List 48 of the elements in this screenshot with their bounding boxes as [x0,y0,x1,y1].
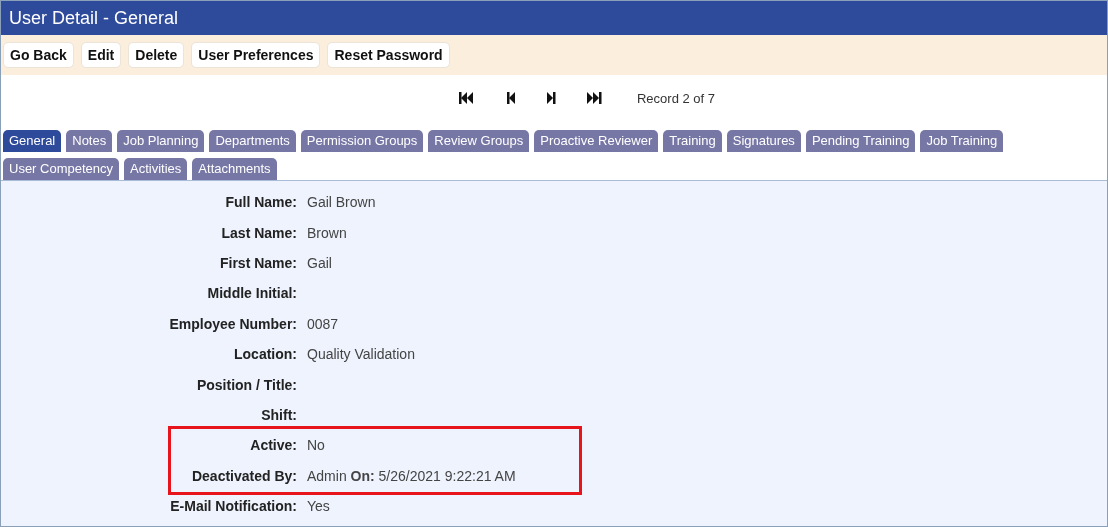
tab[interactable]: Attachments [192,158,277,180]
tab[interactable]: Pending Training [805,130,916,152]
toolbar-button[interactable]: Edit [80,42,122,68]
tab[interactable]: Training [663,130,722,152]
field-label: Position / Title: [195,376,297,393]
record-nav-button[interactable] [505,90,516,106]
field-label: Shift: [260,406,297,423]
toolbar-button[interactable]: Reset Password [327,42,450,68]
tab[interactable]: Job Training [920,130,1004,152]
field-value: No [307,437,326,454]
previous-record-icon [505,90,516,106]
tab[interactable]: Notes [66,130,113,152]
tab[interactable]: Proactive Reviewer [534,130,659,152]
toolbar-button[interactable]: Go Back [3,42,74,68]
field-value: 0087 [307,315,340,332]
field-value: Quality Validation [307,346,416,363]
last-record-icon [585,90,604,106]
tab[interactable]: Activities [124,158,188,180]
tab[interactable]: User Competency [3,158,120,180]
field-value: Brown [307,224,348,241]
field-value: Yes [307,498,331,515]
toolbar-button[interactable]: Delete [128,42,185,68]
tab[interactable]: Departments [209,130,296,152]
field-label: E-Mail Notification: [169,498,297,515]
field-label: Active: [249,437,297,454]
tab[interactable]: Permission Groups [300,130,424,152]
tab[interactable]: Review Groups [428,130,530,152]
tab[interactable]: Signatures [726,130,801,152]
record-nav-button[interactable] [585,90,604,106]
tab[interactable]: General [3,130,62,152]
record-counter: Record 2 of 7 [636,90,715,106]
field-label: Full Name: [224,194,297,211]
window-title: User Detail - General [1,1,1107,35]
field-value: Gail [307,254,333,271]
field-label: Last Name: [220,224,297,241]
field-label: Middle Initial: [206,285,297,302]
field-value: Admin On: 5/26/2021 9:22:21 AM [307,467,517,484]
field-label: Employee Number: [168,315,297,332]
record-nav-button[interactable] [457,90,476,106]
record-nav-button[interactable] [545,90,556,106]
field-label: Location: [233,346,297,363]
field-label: First Name: [218,254,297,271]
next-record-icon [545,90,556,106]
tab[interactable]: Job Planning [117,130,205,152]
field-label: Deactivated By: [190,467,297,484]
first-record-icon [457,90,476,106]
toolbar-button[interactable]: User Preferences [191,42,321,68]
field-value: Gail Brown [307,194,377,211]
